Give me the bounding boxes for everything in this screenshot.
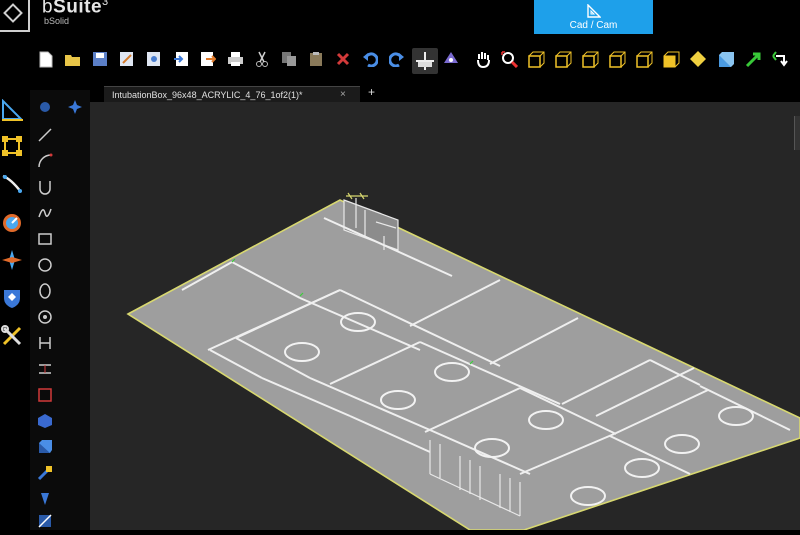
new-file-icon[interactable] <box>36 48 56 70</box>
document-tab-bar: IntubationBox_96x48_ACRYLIC_4_76_1of2(1)… <box>104 85 800 102</box>
brand-subtitle: bSolid <box>44 16 70 26</box>
extra-icon[interactable] <box>36 512 54 530</box>
delete-icon[interactable] <box>333 48 353 70</box>
view-cube-6-icon[interactable] <box>661 48 681 70</box>
tab-close-icon[interactable]: × <box>340 87 346 103</box>
pan-hand-icon[interactable] <box>473 48 493 70</box>
brand-sup: 3 <box>102 0 109 8</box>
cube-icon[interactable] <box>36 412 54 430</box>
pick-icon[interactable] <box>36 464 54 482</box>
select-nodes-icon[interactable] <box>0 132 24 160</box>
document-tab-label: IntubationBox_96x48_ACRYLIC_4_76_1of2(1)… <box>112 90 303 100</box>
cad-cam-label: Cad / Cam <box>569 20 618 31</box>
rectangle-icon[interactable] <box>36 230 54 248</box>
save-icon[interactable] <box>90 48 110 70</box>
snap-icon[interactable] <box>441 48 461 70</box>
zoom-fit-icon[interactable] <box>499 48 519 70</box>
cad-cam-button[interactable]: Cad / Cam <box>534 0 653 34</box>
polygon-icon[interactable] <box>36 308 54 326</box>
import-icon[interactable] <box>171 48 191 70</box>
new-tab-button[interactable]: + <box>368 85 375 99</box>
view-cube-1-icon[interactable] <box>526 48 546 70</box>
undo-icon[interactable] <box>360 48 380 70</box>
view-solid-icon[interactable] <box>716 48 736 70</box>
gauge-icon[interactable] <box>0 208 24 236</box>
point-icon[interactable] <box>36 98 54 116</box>
app-logo <box>0 0 30 32</box>
arc-icon[interactable] <box>36 152 54 170</box>
export-icon[interactable] <box>198 48 218 70</box>
brand-main: Suite <box>53 0 103 18</box>
ellipse-icon[interactable] <box>36 282 54 300</box>
view-cube-5-icon[interactable] <box>634 48 654 70</box>
tool-icon[interactable] <box>36 490 54 508</box>
copy-icon[interactable] <box>279 48 299 70</box>
u-shape-icon[interactable] <box>36 178 54 196</box>
redo-icon[interactable] <box>387 48 407 70</box>
brand-prefix: b <box>42 0 54 18</box>
view-cube-2-icon[interactable] <box>553 48 573 70</box>
square-icon[interactable] <box>36 386 54 404</box>
compass-icon[interactable] <box>0 246 24 274</box>
snap-point-icon[interactable] <box>66 98 84 116</box>
view-cube-3-icon[interactable] <box>580 48 600 70</box>
move-icon[interactable] <box>412 48 438 74</box>
triangle-tool-icon[interactable] <box>0 96 24 124</box>
properties-icon[interactable] <box>144 48 164 70</box>
title-bar: bSuite3 bSolid Cad / Cam <box>0 0 800 40</box>
view-iso-icon[interactable] <box>688 48 708 70</box>
path-tool-icon[interactable] <box>0 170 24 198</box>
logo-mark <box>3 3 23 23</box>
arrow-green-icon[interactable] <box>743 48 763 70</box>
left-tool-column <box>0 90 26 530</box>
cut-icon[interactable] <box>252 48 272 70</box>
spline-icon[interactable] <box>36 204 54 222</box>
circle-icon[interactable] <box>36 256 54 274</box>
nested-sheet-drawing <box>126 192 800 531</box>
line-icon[interactable] <box>36 126 54 144</box>
view-cube-4-icon[interactable] <box>607 48 627 70</box>
wrench-tools-icon[interactable] <box>0 322 24 350</box>
edit-icon[interactable] <box>117 48 137 70</box>
open-folder-icon[interactable] <box>63 48 83 70</box>
main-toolbar <box>36 44 800 78</box>
document-tab[interactable]: IntubationBox_96x48_ACRYLIC_4_76_1of2(1)… <box>104 86 360 102</box>
paste-icon[interactable] <box>306 48 326 70</box>
sketch-tool-column <box>30 90 90 530</box>
shield-icon[interactable] <box>0 284 24 312</box>
print-icon[interactable] <box>225 48 245 70</box>
right-panel-handle[interactable] <box>794 116 800 150</box>
box-icon[interactable] <box>36 438 54 456</box>
offset-icon[interactable] <box>36 360 54 378</box>
rotate-icon[interactable] <box>770 48 790 70</box>
dimension-icon[interactable] <box>36 334 54 352</box>
cad-viewport[interactable] <box>90 102 800 531</box>
